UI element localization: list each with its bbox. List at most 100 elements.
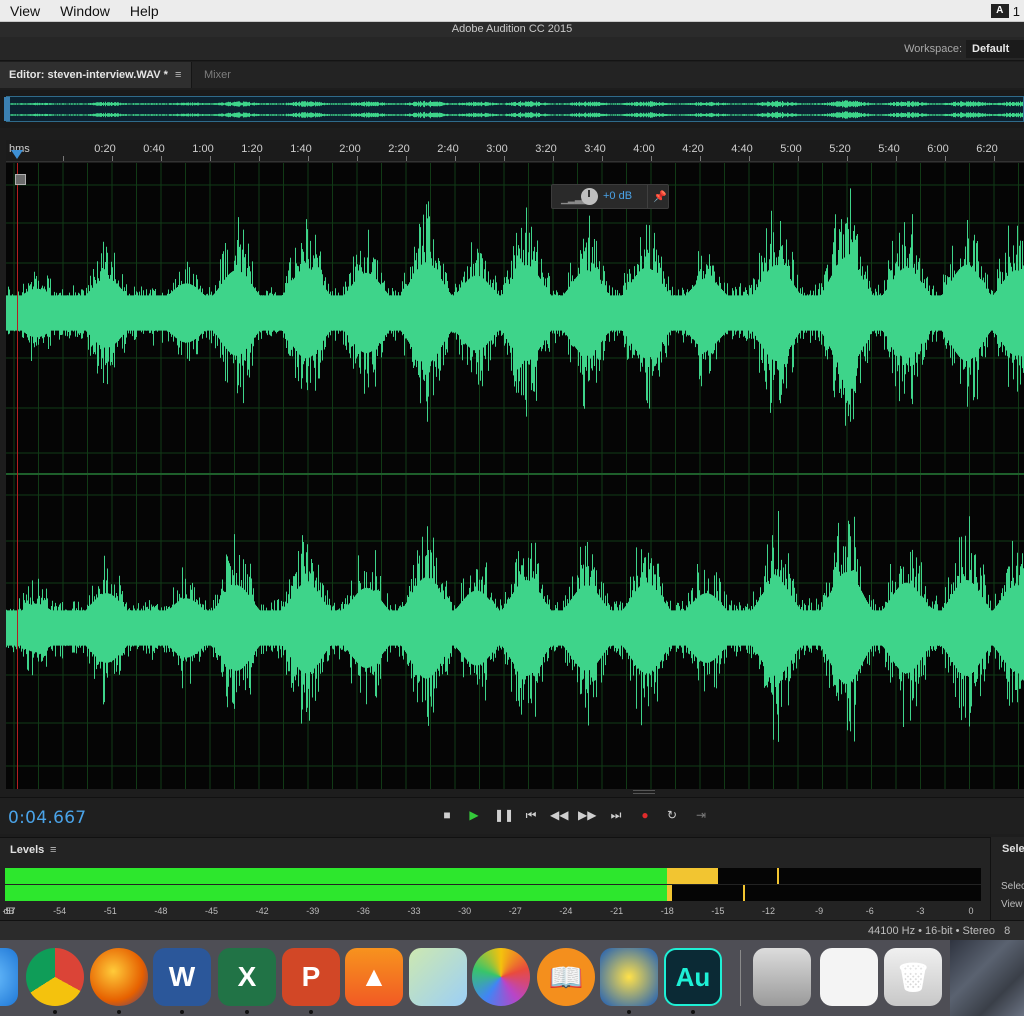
menu-window[interactable]: Window bbox=[50, 0, 120, 22]
levels-scale-label: -12 bbox=[761, 906, 775, 916]
go-to-end-button[interactable]: ⏭ bbox=[607, 807, 625, 823]
transport-bar: 0:04.667 ■ ▶ ❚❚ ⏮ ◀◀ ▶▶ ⏭ ● ↻ ⇥ bbox=[0, 797, 1024, 834]
skip-button[interactable]: ⇥ bbox=[692, 807, 710, 823]
waveform-graphic bbox=[6, 163, 1024, 789]
menu-view[interactable]: View bbox=[0, 0, 50, 22]
levels-scale-label: -18 bbox=[660, 906, 674, 916]
playhead-handle[interactable] bbox=[11, 150, 23, 159]
level-meter-left-yellow bbox=[667, 868, 718, 884]
play-button[interactable]: ▶ bbox=[465, 807, 483, 823]
pause-button[interactable]: ❚❚ bbox=[494, 807, 514, 823]
ruler-tick bbox=[308, 156, 309, 161]
document-icon[interactable] bbox=[820, 948, 878, 1006]
ruler-tick bbox=[63, 156, 64, 161]
levels-title: Levels bbox=[10, 844, 45, 856]
ruler-label: 5:00 bbox=[780, 143, 802, 155]
workspace-bar: Workspace: Default bbox=[0, 37, 1024, 61]
macos-menubar: View Window Help A 1 bbox=[0, 0, 1024, 22]
desktop-wallpaper-edge bbox=[950, 940, 1024, 1016]
levels-scale-label: -57 bbox=[2, 906, 16, 916]
ruler-label: 3:20 bbox=[535, 143, 557, 155]
trash-icon[interactable]: 🗑 bbox=[884, 948, 942, 1006]
window-title: Adobe Audition CC 2015 bbox=[0, 22, 1024, 37]
level-meter-left-peak-hold bbox=[776, 868, 779, 884]
ruler-tick bbox=[896, 156, 897, 161]
tab-mixer[interactable]: Mixer bbox=[204, 62, 231, 88]
levels-scale-label: -48 bbox=[154, 906, 168, 916]
firefox-icon[interactable] bbox=[90, 948, 148, 1006]
time-ruler[interactable]: hms 0:20 0:40 1:00 1:20 1:40 2:00 2:20 2:40 3:00… bbox=[6, 140, 1024, 162]
levels-scale-label: -54 bbox=[53, 906, 67, 916]
overview-zoom-handle[interactable] bbox=[4, 97, 10, 121]
ruler-tick bbox=[161, 156, 162, 161]
ruler-tick bbox=[749, 156, 750, 161]
waveform-editor[interactable]: ▁▂▃▅ +0 dB 📌 bbox=[6, 163, 1024, 789]
loop-button[interactable]: ↻ bbox=[663, 807, 681, 823]
ruler-tick bbox=[602, 156, 603, 161]
panel-menu-icon[interactable]: ≡ bbox=[175, 62, 181, 88]
level-meter-right-yellow bbox=[667, 885, 673, 901]
overview-navigator[interactable] bbox=[0, 90, 1024, 128]
ruler-tick bbox=[259, 156, 260, 161]
record-button[interactable]: ● bbox=[636, 807, 654, 823]
ruler-label: 1:20 bbox=[241, 143, 263, 155]
audition-icon[interactable]: Au bbox=[664, 948, 722, 1006]
ruler-label: 5:40 bbox=[878, 143, 900, 155]
panel-resize-grip[interactable] bbox=[633, 790, 655, 794]
ruler-label: 2:20 bbox=[388, 143, 410, 155]
powerpoint-icon[interactable]: P bbox=[282, 948, 340, 1006]
time-display[interactable]: 0:04.667 bbox=[8, 808, 86, 828]
ruler-tick bbox=[847, 156, 848, 161]
word-icon[interactable]: W bbox=[153, 948, 211, 1006]
gain-value[interactable]: +0 dB bbox=[603, 190, 632, 202]
overview-waveform-path bbox=[7, 100, 1023, 119]
ruler-label: 4:00 bbox=[633, 143, 655, 155]
status-bar: 44100 Hz • 16-bit • Stereo 8 bbox=[0, 920, 1024, 940]
clip-fade-handle[interactable] bbox=[15, 174, 26, 185]
dock-running-indicator bbox=[691, 1010, 695, 1014]
dock-running-indicator bbox=[245, 1010, 249, 1014]
levels-scale-label: -24 bbox=[559, 906, 573, 916]
ruler-label: 4:20 bbox=[682, 143, 704, 155]
contour-icon[interactable] bbox=[600, 948, 658, 1006]
chrome-icon[interactable] bbox=[26, 948, 84, 1006]
ibooks-icon[interactable]: 📖 bbox=[537, 948, 595, 1006]
adobe-creative-cloud-icon[interactable]: A bbox=[990, 4, 1009, 18]
vlc-icon[interactable]: ▲ bbox=[345, 948, 403, 1006]
ruler-label: 3:00 bbox=[486, 143, 508, 155]
disk-image-icon[interactable] bbox=[753, 948, 811, 1006]
selection-view-panel: Selec Selec View bbox=[990, 837, 1024, 920]
ruler-tick bbox=[945, 156, 946, 161]
ruler-label: 3:40 bbox=[584, 143, 606, 155]
fast-forward-button[interactable]: ▶▶ bbox=[578, 807, 596, 823]
menu-help[interactable]: Help bbox=[120, 0, 169, 22]
menubar-status: A 1 bbox=[990, 0, 1020, 22]
excel-icon[interactable]: X bbox=[218, 948, 276, 1006]
audio-format-text: 44100 Hz • 16-bit • Stereo bbox=[868, 925, 995, 937]
stop-button[interactable]: ■ bbox=[438, 807, 456, 823]
levels-menu-icon[interactable]: ≡ bbox=[50, 844, 56, 856]
selection-panel-title[interactable]: Selec bbox=[1002, 843, 1024, 855]
workspace-dropdown[interactable]: Default bbox=[966, 40, 1024, 58]
ruler-label: 0:20 bbox=[94, 143, 116, 155]
rewind-button[interactable]: ◀◀ bbox=[550, 807, 568, 823]
ruler-label: 6:00 bbox=[927, 143, 949, 155]
photos-icon[interactable] bbox=[472, 948, 530, 1006]
playhead-line[interactable] bbox=[17, 163, 18, 789]
safari-icon[interactable] bbox=[0, 948, 18, 1006]
ruler-label: 4:40 bbox=[731, 143, 753, 155]
pin-icon[interactable]: 📌 bbox=[653, 190, 667, 203]
level-meter-left-green bbox=[5, 868, 668, 884]
gain-knob[interactable] bbox=[581, 188, 598, 205]
levels-scale-label: -3 bbox=[916, 906, 925, 916]
level-meter-right-peak-hold bbox=[743, 885, 746, 901]
go-to-start-button[interactable]: ⏮ bbox=[522, 807, 540, 823]
ruler-tick bbox=[455, 156, 456, 161]
tab-editor[interactable]: Editor: steven-interview.WAV * bbox=[0, 62, 192, 88]
maps-icon[interactable] bbox=[409, 948, 467, 1006]
overview-waveform[interactable] bbox=[6, 96, 1024, 122]
ruler-label: 6:20 bbox=[976, 143, 998, 155]
dock-running-indicator bbox=[117, 1010, 121, 1014]
levels-scale-label: -45 bbox=[205, 906, 219, 916]
gain-hud[interactable]: ▁▂▃▅ +0 dB 📌 bbox=[551, 184, 669, 209]
